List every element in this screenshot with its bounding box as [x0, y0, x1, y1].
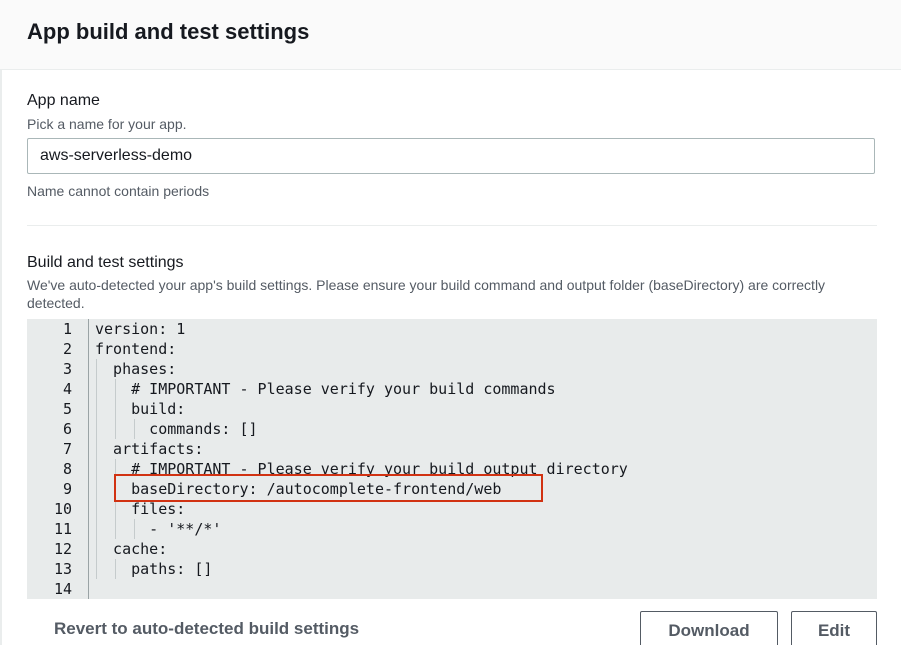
indent-guide — [96, 379, 97, 399]
code-line: 14 — [27, 579, 877, 599]
code-text: files: — [95, 500, 186, 518]
build-settings-label: Build and test settings — [27, 254, 184, 271]
edit-button[interactable]: Edit — [791, 611, 877, 645]
indent-guide — [96, 539, 97, 559]
build-spec-editor[interactable]: 1 version: 1 2 frontend: 3 phases: 4 # IMPORT… — [27, 319, 877, 599]
build-settings-description: We've auto-detected your app's build set… — [27, 277, 826, 311]
build-settings-panel: App build and test settings App name Pic… — [0, 0, 901, 645]
code-text: frontend: — [95, 340, 177, 358]
indent-guide — [96, 479, 97, 499]
code-line: 13 paths: [] — [27, 559, 877, 579]
indent-guide — [115, 559, 117, 579]
indent-guide — [96, 499, 97, 519]
line-number: 11 — [53, 520, 72, 538]
line-number: 14 — [53, 580, 72, 598]
indent-guide — [134, 419, 136, 439]
revert-to-auto-detected-button[interactable]: Revert to auto-detected build settings — [54, 619, 359, 639]
indent-guide — [96, 459, 97, 479]
indent-guide — [96, 359, 97, 379]
code-line: 11 - '**/*' — [27, 519, 877, 539]
section-divider — [27, 225, 877, 226]
app-name-constraint: Name cannot contain periods — [27, 183, 210, 199]
code-text: cache: — [95, 540, 168, 558]
indent-guide — [96, 399, 97, 419]
code-text: - '**/*' — [95, 520, 222, 538]
line-number: 13 — [53, 560, 72, 578]
code-text: artifacts: — [95, 440, 204, 458]
line-number: 5 — [62, 400, 72, 418]
panel-left-border — [0, 0, 2, 645]
indent-guide — [115, 519, 117, 539]
indent-guide — [96, 559, 97, 579]
code-line: 5 build: — [27, 399, 877, 419]
line-number: 6 — [62, 420, 72, 438]
app-name-description: Pick a name for your app. — [27, 116, 187, 132]
code-text: # IMPORTANT - Please verify your build c… — [95, 380, 556, 398]
code-line: 12 cache: — [27, 539, 877, 559]
indent-guide — [134, 519, 136, 539]
code-line: 1 version: 1 — [27, 319, 877, 339]
code-line: 3 phases: — [27, 359, 877, 379]
page-title: App build and test settings — [27, 19, 310, 44]
line-number: 3 — [62, 360, 72, 378]
line-number: 10 — [53, 500, 72, 518]
line-number: 12 — [53, 540, 72, 558]
indent-guide — [96, 439, 97, 459]
line-number: 1 — [62, 320, 72, 338]
code-text: phases: — [95, 360, 177, 378]
line-number: 8 — [62, 460, 72, 478]
indent-guide — [115, 419, 117, 439]
line-number: 7 — [62, 440, 72, 458]
code-line: 10 files: — [27, 499, 877, 519]
line-number: 2 — [62, 340, 72, 358]
code-text: build: — [95, 400, 186, 418]
download-button[interactable]: Download — [640, 611, 778, 645]
code-line: 7 artifacts: — [27, 439, 877, 459]
indent-guide — [96, 519, 97, 539]
indent-guide — [96, 419, 97, 439]
code-line: 2 frontend: — [27, 339, 877, 359]
line-number: 4 — [62, 380, 72, 398]
code-line: 4 # IMPORTANT - Please verify your build… — [27, 379, 877, 399]
app-name-label: App name — [27, 92, 100, 109]
code-line: 6 commands: [] — [27, 419, 877, 439]
indent-guide — [115, 499, 117, 519]
code-text: commands: [] — [95, 420, 258, 438]
app-name-input[interactable] — [27, 138, 875, 174]
code-text: paths: [] — [95, 560, 213, 578]
panel-header: App build and test settings — [0, 0, 901, 70]
indent-guide — [115, 379, 117, 399]
base-directory-highlight — [114, 474, 543, 502]
code-text: version: 1 — [95, 320, 186, 338]
line-number: 9 — [62, 480, 72, 498]
indent-guide — [115, 399, 117, 419]
